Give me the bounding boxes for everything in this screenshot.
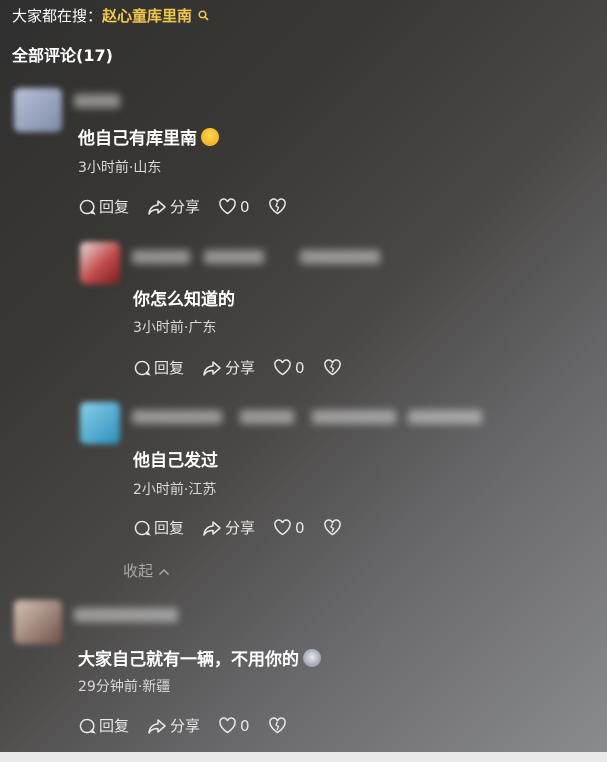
share-icon bbox=[148, 199, 166, 215]
broken-heart-icon bbox=[268, 198, 286, 215]
heart-icon bbox=[219, 717, 236, 734]
share-button[interactable]: 分享 bbox=[202, 517, 255, 538]
comment-actions: 回复 分享 0 bbox=[78, 715, 308, 736]
comment-actions: 回复 分享 0 bbox=[78, 196, 308, 217]
share-button[interactable]: 分享 bbox=[147, 196, 200, 217]
comment-text: 他自己发过 bbox=[133, 451, 218, 471]
username-blurred[interactable] bbox=[74, 608, 178, 622]
comment-meta: 2小时前·江苏 bbox=[133, 482, 217, 498]
share-button[interactable]: 分享 bbox=[202, 357, 255, 378]
collapse-replies-button[interactable]: 收起 bbox=[123, 560, 170, 581]
dislike-button[interactable] bbox=[268, 198, 290, 215]
share-icon bbox=[203, 360, 221, 376]
avatar[interactable] bbox=[14, 600, 62, 644]
laugh-emoji bbox=[201, 128, 219, 146]
search-suggestion-bar[interactable]: 大家都在搜：赵心童库里南 bbox=[12, 6, 209, 28]
share-icon bbox=[203, 520, 221, 536]
username-blurred[interactable] bbox=[312, 410, 396, 424]
like-button[interactable]: 0 bbox=[273, 359, 305, 377]
dislike-button[interactable] bbox=[323, 519, 345, 536]
reply-icon bbox=[79, 718, 96, 734]
username-blurred[interactable] bbox=[300, 250, 380, 264]
username-blurred[interactable] bbox=[204, 250, 264, 264]
share-button[interactable]: 分享 bbox=[147, 715, 200, 736]
like-count: 0 bbox=[295, 518, 305, 537]
username-blurred[interactable] bbox=[132, 250, 190, 264]
username-blurred[interactable] bbox=[408, 410, 482, 424]
search-keyword-link[interactable]: 赵心童库里南 bbox=[102, 7, 192, 25]
like-count: 0 bbox=[240, 197, 250, 216]
broken-heart-icon bbox=[268, 717, 286, 734]
comment-actions: 回复 分享 0 bbox=[133, 357, 363, 378]
reply-icon bbox=[134, 520, 151, 536]
heart-icon bbox=[219, 198, 236, 215]
comment-meta: 3小时前·山东 bbox=[78, 160, 162, 176]
reply-icon bbox=[79, 199, 96, 215]
reply-button[interactable]: 回复 bbox=[78, 196, 129, 217]
reply-button[interactable]: 回复 bbox=[78, 715, 129, 736]
comment-meta: 29分钟前·新疆 bbox=[78, 679, 171, 695]
reply-button[interactable]: 回复 bbox=[133, 357, 184, 378]
broken-heart-icon bbox=[323, 359, 341, 376]
cat-emoji bbox=[303, 649, 321, 667]
dislike-button[interactable] bbox=[268, 717, 290, 734]
comments-count-header: 全部评论(17) bbox=[12, 46, 113, 65]
broken-heart-icon bbox=[323, 519, 341, 536]
chevron-up-icon bbox=[153, 562, 170, 580]
comment-text: 你怎么知道的 bbox=[133, 290, 235, 310]
avatar[interactable] bbox=[80, 402, 120, 444]
heart-icon bbox=[274, 359, 291, 376]
like-count: 0 bbox=[295, 358, 305, 377]
username-blurred[interactable] bbox=[240, 410, 294, 424]
comment-actions: 回复 分享 0 bbox=[133, 517, 363, 538]
search-prefix: 大家都在搜： bbox=[12, 7, 103, 25]
like-button[interactable]: 0 bbox=[273, 519, 305, 537]
like-count: 0 bbox=[240, 716, 250, 735]
like-button[interactable]: 0 bbox=[218, 717, 250, 735]
comment-meta: 3小时前·广东 bbox=[133, 320, 217, 336]
avatar[interactable] bbox=[80, 242, 120, 284]
comment-text: 大家自己就有一辆，不用你的 bbox=[78, 645, 321, 670]
search-icon[interactable] bbox=[194, 10, 209, 25]
share-icon bbox=[148, 718, 166, 734]
like-button[interactable]: 0 bbox=[218, 198, 250, 216]
reply-button[interactable]: 回复 bbox=[133, 517, 184, 538]
dislike-button[interactable] bbox=[323, 359, 345, 376]
avatar[interactable] bbox=[14, 88, 62, 132]
reply-icon bbox=[134, 360, 151, 376]
heart-icon bbox=[274, 519, 291, 536]
username-blurred[interactable] bbox=[132, 410, 222, 424]
username-blurred[interactable] bbox=[74, 94, 120, 108]
comment-text: 他自己有库里南 bbox=[78, 124, 219, 149]
bottom-edge bbox=[0, 752, 607, 762]
